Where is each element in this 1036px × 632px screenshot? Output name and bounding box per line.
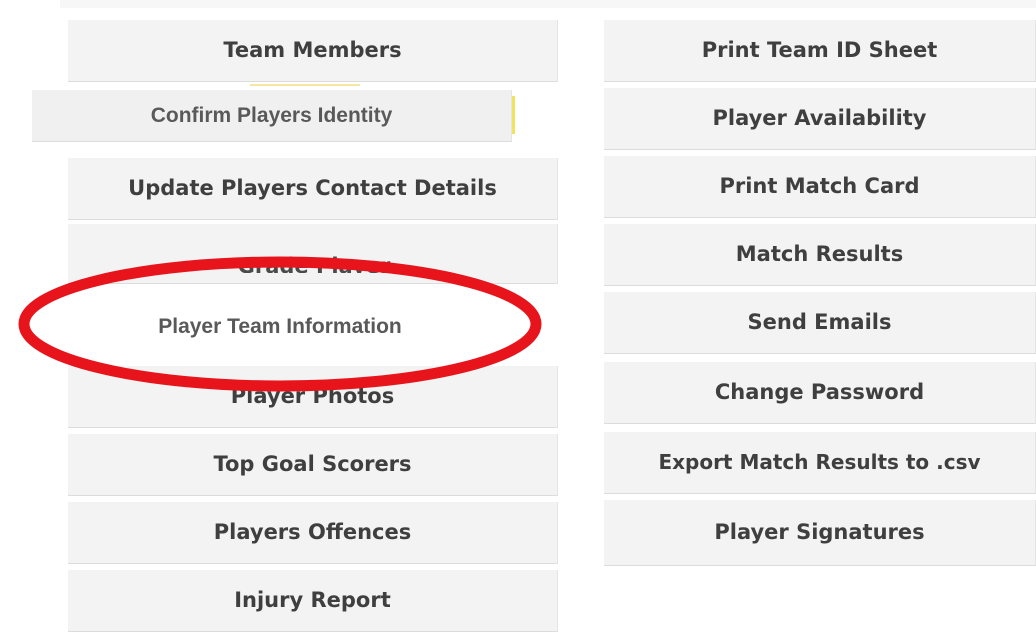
button-label: Player Availability — [712, 106, 927, 130]
button-label: Change Password — [714, 380, 925, 404]
highlight-mark — [512, 96, 515, 134]
button-label: Print Team ID Sheet — [701, 38, 938, 62]
top-goal-scorers-button[interactable]: Top Goal Scorers — [68, 434, 558, 496]
player-photos-button[interactable]: Player Photos — [68, 366, 558, 428]
button-label: Player Photos — [230, 384, 395, 408]
team-members-button[interactable]: Team Members — [68, 20, 558, 82]
change-password-button[interactable]: Change Password — [604, 362, 1036, 424]
update-players-contact-details-button[interactable]: Update Players Contact Details — [68, 158, 558, 220]
players-offences-button[interactable]: Players Offences — [68, 502, 558, 564]
top-strip — [60, 0, 1036, 8]
print-match-card-button[interactable]: Print Match Card — [604, 156, 1036, 218]
button-label: Player Team Information — [158, 315, 402, 338]
button-label: Update Players Contact Details — [128, 176, 497, 200]
highlight-line — [250, 84, 360, 86]
export-match-results-button[interactable]: Export Match Results to .csv — [604, 432, 1036, 494]
confirm-players-identity-button[interactable]: Confirm Players Identity — [32, 90, 512, 142]
button-label: Print Match Card — [719, 174, 920, 198]
grade-player-label: Grade Player — [237, 254, 391, 273]
button-label: Match Results — [735, 242, 904, 266]
match-results-button[interactable]: Match Results — [604, 224, 1036, 286]
button-label: Send Emails — [747, 310, 892, 334]
send-emails-button[interactable]: Send Emails — [604, 292, 1036, 354]
player-team-information-button[interactable]: Player Team Information — [40, 300, 520, 354]
injury-report-button[interactable]: Injury Report — [68, 570, 558, 632]
player-signatures-button[interactable]: Player Signatures — [604, 500, 1036, 566]
print-team-id-sheet-button[interactable]: Print Team ID Sheet — [604, 20, 1036, 82]
button-label: Players Offences — [213, 520, 412, 544]
button-label: Player Signatures — [714, 520, 925, 544]
button-label: Injury Report — [234, 588, 391, 612]
button-label: Confirm Players Identity — [150, 104, 393, 127]
button-label: Top Goal Scorers — [213, 452, 412, 476]
button-label: Team Members — [223, 38, 402, 62]
player-availability-button[interactable]: Player Availability — [604, 88, 1036, 150]
button-label: Export Match Results to .csv — [658, 450, 981, 474]
